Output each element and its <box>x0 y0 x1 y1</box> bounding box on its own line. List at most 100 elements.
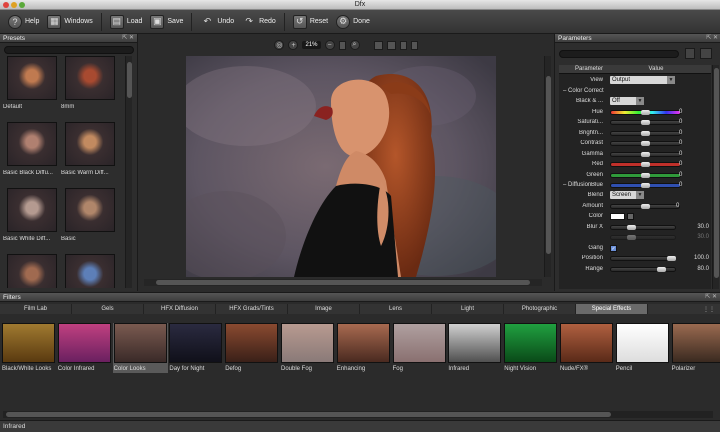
slider-knob[interactable] <box>641 141 650 146</box>
grip-icon[interactable]: ⋮⋮ <box>703 306 715 313</box>
slider-knob[interactable] <box>627 235 636 240</box>
preset-item[interactable] <box>61 254 119 288</box>
saturation-slider[interactable] <box>610 120 681 125</box>
tab-filter-category[interactable]: Special Effects <box>576 304 648 314</box>
filter-item[interactable]: Enhancing <box>336 323 391 373</box>
parameters-scrollbar[interactable] <box>712 65 719 289</box>
slider-knob[interactable] <box>641 162 650 167</box>
filter-item[interactable]: Night Vision <box>503 323 558 373</box>
filter-item[interactable]: Pencil <box>615 323 670 373</box>
undo-button[interactable]: ↶ Undo <box>200 13 235 31</box>
filter-item[interactable]: Polarizer <box>671 323 720 373</box>
presets-search-input[interactable] <box>4 46 134 54</box>
blur-x-slider[interactable] <box>610 224 676 230</box>
presets-scroll-thumb[interactable] <box>127 62 132 98</box>
parameters-search-input[interactable] <box>559 50 679 58</box>
refresh-icon[interactable] <box>700 48 712 59</box>
minimize-window-button[interactable] <box>11 2 17 8</box>
fit-view-icon[interactable]: ◎ <box>274 40 285 50</box>
filter-item[interactable]: Color Looks <box>112 323 168 373</box>
contrast-slider[interactable] <box>610 141 681 146</box>
amount-slider[interactable] <box>610 203 680 209</box>
slider-knob[interactable] <box>627 224 636 230</box>
tab-filter-category[interactable]: Photographic <box>504 304 576 314</box>
filter-item[interactable]: Day for Night <box>168 323 223 373</box>
slider-knob[interactable] <box>667 256 676 261</box>
save-preset-icon[interactable] <box>685 48 695 59</box>
section-color-correct[interactable]: – Color Correct <box>559 86 711 97</box>
slider-knob[interactable] <box>641 203 650 209</box>
tab-filter-category[interactable]: Film Lab <box>0 304 72 314</box>
filters-hscrollbar[interactable] <box>3 411 713 418</box>
brightness-slider[interactable] <box>610 130 681 136</box>
hue-slider[interactable] <box>610 109 681 115</box>
tab-filter-category[interactable]: Image <box>288 304 360 314</box>
preset-item[interactable]: Default <box>3 56 61 118</box>
tab-filter-category[interactable]: Light <box>432 304 504 314</box>
help-button[interactable]: ? Help <box>8 13 39 31</box>
preset-item[interactable]: Basic Black Diffu... <box>3 122 61 184</box>
filter-item[interactable]: Defog <box>224 323 279 373</box>
zoom-level[interactable]: 21% <box>302 41 321 49</box>
original-view-icon[interactable] <box>410 40 418 50</box>
load-button[interactable]: ▤ Load <box>109 13 142 31</box>
slider-knob[interactable] <box>657 266 666 272</box>
zoom-in-icon[interactable]: + <box>288 40 299 50</box>
blur-y-slider[interactable] <box>610 235 676 240</box>
blend-select[interactable]: Screen ▼ <box>610 191 644 199</box>
tab-filter-category[interactable]: HFX Diffusion <box>144 304 216 314</box>
magnifier-icon[interactable]: ⌕ <box>349 40 360 50</box>
filter-item[interactable]: Fog <box>392 323 447 373</box>
before-after-icon[interactable] <box>386 40 396 50</box>
slider-knob[interactable] <box>641 120 650 125</box>
save-button[interactable]: ▣ Save <box>150 13 183 31</box>
filters-hscroll-thumb[interactable] <box>6 412 611 417</box>
gamma-slider[interactable] <box>610 151 681 157</box>
filter-item[interactable]: Double Fog <box>280 323 335 373</box>
viewer-hscrollbar[interactable] <box>144 279 542 286</box>
close-window-button[interactable] <box>3 2 9 8</box>
tab-filter-category[interactable]: Lens <box>360 304 432 314</box>
panel-close-icon[interactable]: ⇱ ✕ <box>705 293 717 302</box>
preset-item[interactable]: Basic <box>61 188 119 250</box>
viewer-vscrollbar[interactable] <box>544 56 551 277</box>
tab-filter-category[interactable]: Gels <box>72 304 144 314</box>
slider-knob[interactable] <box>641 109 650 115</box>
reset-button[interactable]: ↺ Reset <box>292 13 328 31</box>
preset-item[interactable]: Basic Warm Diff... <box>61 122 119 184</box>
panel-close-icon[interactable]: ⇱ ✕ <box>706 34 718 43</box>
filter-item[interactable]: Infrared <box>447 323 502 373</box>
redo-button[interactable]: ↷ Redo <box>242 13 276 31</box>
filter-item[interactable]: Color Infrared <box>57 323 112 373</box>
done-button[interactable]: ⚙ Done <box>336 13 370 31</box>
crop-icon[interactable] <box>338 40 346 50</box>
preset-item[interactable] <box>3 254 61 288</box>
filter-item[interactable]: Black/White Looks <box>1 323 56 373</box>
slider-knob[interactable] <box>641 172 650 178</box>
color-swatch[interactable] <box>610 213 625 220</box>
parameters-scroll-thumb[interactable] <box>714 68 719 278</box>
preset-item[interactable]: Basic White Diff... <box>3 188 61 250</box>
black-white-select[interactable]: Off ▼ <box>610 97 644 105</box>
preset-item[interactable]: 8mm <box>61 56 119 118</box>
eyedropper-icon[interactable] <box>627 213 634 220</box>
viewer-vscroll-thumb[interactable] <box>546 76 551 254</box>
red-slider[interactable] <box>610 162 681 167</box>
zoom-window-button[interactable] <box>19 2 25 8</box>
slider-knob[interactable] <box>641 130 650 136</box>
gang-checkbox[interactable]: ✓ <box>610 244 617 252</box>
panel-close-icon[interactable]: ⇱ ✕ <box>122 34 134 43</box>
filter-item[interactable]: Nude/FX® <box>559 323 614 373</box>
range-slider[interactable] <box>610 266 676 272</box>
tab-filter-category[interactable]: HFX Grads/Tints <box>216 304 288 314</box>
green-slider[interactable] <box>610 172 681 178</box>
single-view-icon[interactable] <box>399 40 407 50</box>
split-view-icon[interactable] <box>373 40 383 50</box>
viewer-hscroll-thumb[interactable] <box>156 280 530 285</box>
windows-button[interactable]: ▦ Windows <box>47 13 93 31</box>
zoom-out-icon[interactable]: − <box>324 40 335 50</box>
section-diffusion[interactable]: – Diffusion <box>559 180 711 191</box>
presets-scrollbar[interactable] <box>125 56 132 288</box>
slider-knob[interactable] <box>641 151 650 157</box>
view-select[interactable]: Output ▼ <box>610 76 675 84</box>
